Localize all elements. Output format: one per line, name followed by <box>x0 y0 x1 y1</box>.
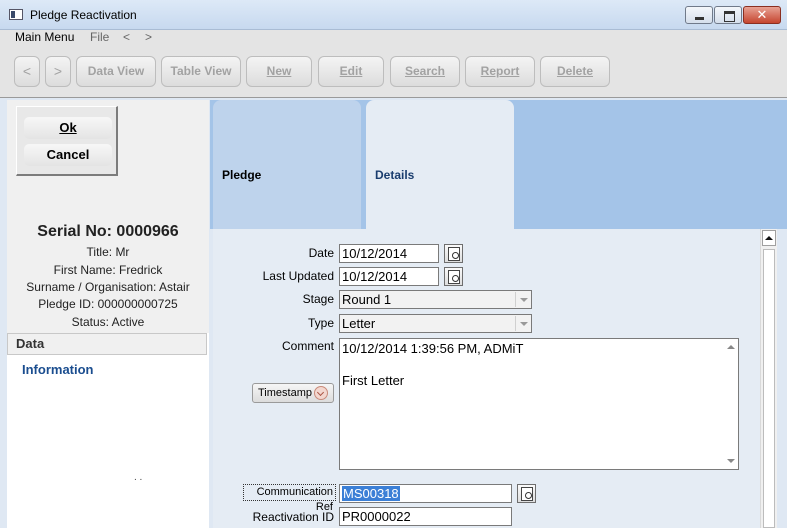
comment-label: Comment <box>281 339 334 353</box>
date-label: Date <box>308 246 334 260</box>
comment-scroll-up-icon[interactable] <box>727 345 735 349</box>
sidebar-footer-marks: . . <box>134 472 143 483</box>
menu-back-arrow[interactable]: < <box>123 30 130 44</box>
record-title: Title: Mr <box>86 245 130 259</box>
date-field[interactable]: 10/12/2014 <box>339 244 439 263</box>
edit-button[interactable]: Edit <box>318 56 384 87</box>
stage-label: Stage <box>302 292 334 306</box>
chevron-down-icon[interactable] <box>515 316 530 331</box>
close-button[interactable]: ✕ <box>743 6 781 24</box>
tab-details[interactable]: Details <box>366 100 514 229</box>
record-surname: Surname / Organisation: Astair <box>26 280 190 294</box>
left-panel: Ok Cancel Serial No: 0000966 Title: Mr F… <box>7 100 209 528</box>
information-link[interactable]: Information <box>22 362 94 377</box>
communication-ref-field[interactable]: MS00318 <box>339 484 512 503</box>
menu-main[interactable]: Main Menu <box>15 30 74 44</box>
delete-button[interactable]: Delete <box>540 56 610 87</box>
tab-pledge-label: Pledge <box>222 168 262 182</box>
scroll-up-icon[interactable] <box>762 230 776 246</box>
record-status: Status: Active <box>71 315 145 329</box>
title-bar: Pledge Reactivation ✕ <box>0 0 787 30</box>
next-record-button[interactable]: > <box>45 56 71 87</box>
app-window-icon <box>9 9 23 20</box>
timestamp-button[interactable]: Timestamp <box>252 383 334 403</box>
communication-ref-lookup-icon[interactable] <box>517 484 536 503</box>
reactivation-id-label: Reactivation ID <box>252 510 334 524</box>
stage-select[interactable]: Round 1 <box>339 290 532 309</box>
serial-number: Serial No: 0000966 <box>37 223 179 240</box>
menu-forward-arrow[interactable]: > <box>145 30 152 44</box>
communication-ref-label: Communication Ref <box>243 484 336 513</box>
menu-bar: Main Menu File < > <box>0 30 787 45</box>
reactivation-id-field[interactable]: PR0000022 <box>339 507 512 526</box>
timestamp-label: Timestamp <box>258 387 312 399</box>
previous-record-button[interactable]: < <box>14 56 40 87</box>
tab-strip: Pledge Details <box>210 100 787 229</box>
scrollbar-thumb[interactable] <box>763 249 775 528</box>
type-label: Type <box>307 316 334 330</box>
cancel-button[interactable]: Cancel <box>24 144 112 166</box>
last-updated-picker-icon[interactable] <box>444 267 463 286</box>
ok-button[interactable]: Ok <box>24 117 112 139</box>
menu-file[interactable]: File <box>90 30 109 44</box>
tab-details-label: Details <box>375 168 415 182</box>
chevron-down-icon[interactable] <box>515 292 530 307</box>
type-value: Letter <box>342 316 376 331</box>
table-view-button[interactable]: Table View <box>161 56 241 87</box>
data-view-button[interactable]: Data View <box>76 56 156 87</box>
comment-line-2 <box>342 357 736 373</box>
comment-line-1: 10/12/2014 1:39:56 PM, ADMiT <box>342 341 524 356</box>
communication-ref-value: MS00318 <box>342 486 400 501</box>
last-updated-label: Last Updated <box>262 269 334 283</box>
dialog-button-group: Ok Cancel <box>16 106 118 176</box>
window-title: Pledge Reactivation <box>30 8 137 22</box>
comment-scroll-down-icon[interactable] <box>727 459 735 463</box>
data-section-header: Data <box>7 333 207 355</box>
maximize-button[interactable] <box>714 6 742 24</box>
last-updated-field[interactable]: 10/12/2014 <box>339 267 439 286</box>
minimize-button[interactable] <box>685 6 713 24</box>
toolbar: < > Data View Table View New Edit Search… <box>0 45 787 98</box>
search-button[interactable]: Search <box>390 56 460 87</box>
tab-pledge[interactable]: Pledge <box>213 100 361 229</box>
details-form: Date 10/12/2014 Last Updated 10/12/2014 … <box>213 229 760 528</box>
chevron-down-icon <box>314 386 328 400</box>
comment-line-3: First Letter <box>342 373 405 388</box>
comment-textarea[interactable]: 10/12/2014 1:39:56 PM, ADMiT First Lette… <box>339 338 739 470</box>
record-first-name: First Name: Fredrick <box>53 263 163 277</box>
new-button[interactable]: New <box>246 56 312 87</box>
report-button[interactable]: Report <box>465 56 535 87</box>
date-picker-icon[interactable] <box>444 244 463 263</box>
record-summary: Ok Cancel Serial No: 0000966 Title: Mr F… <box>7 100 209 333</box>
close-icon: ✕ <box>756 7 768 22</box>
vertical-scrollbar[interactable] <box>760 229 777 528</box>
record-pledge-id: Pledge ID: 000000000725 <box>38 297 178 311</box>
type-select[interactable]: Letter <box>339 314 532 333</box>
stage-value: Round 1 <box>342 292 392 307</box>
